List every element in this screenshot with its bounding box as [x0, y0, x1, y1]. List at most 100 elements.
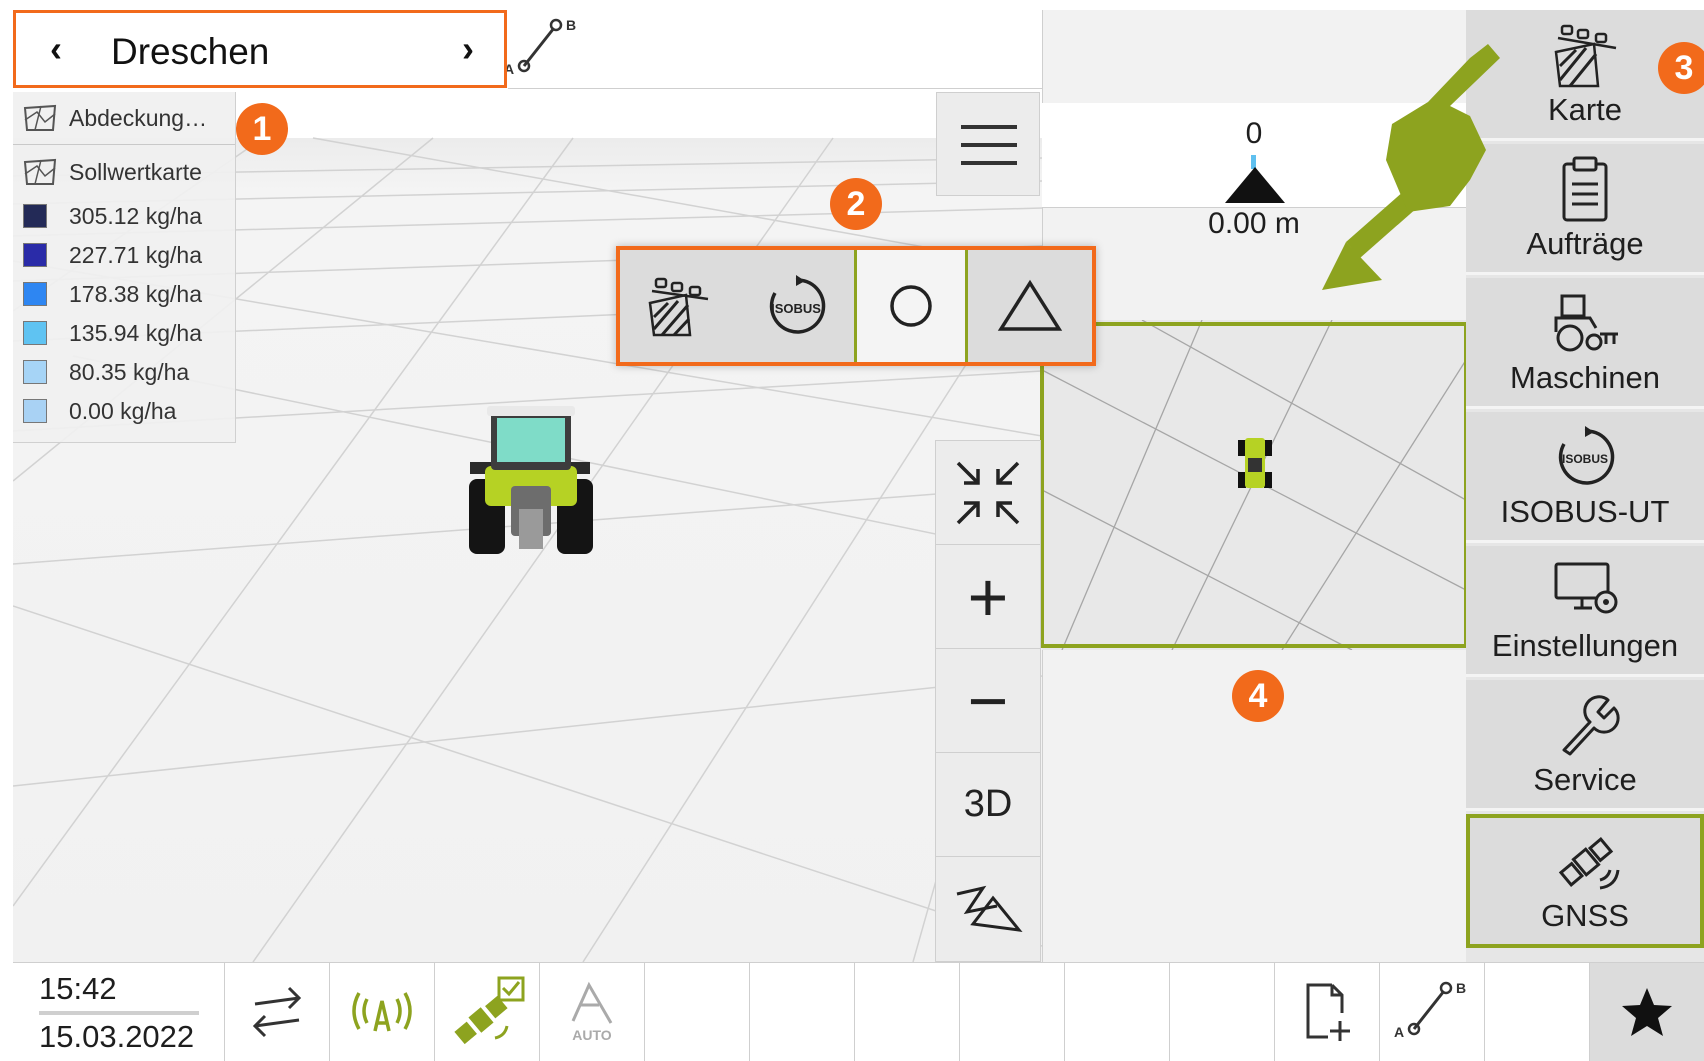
field-map-view-button[interactable]: [620, 250, 738, 362]
empty-slot[interactable]: [1170, 963, 1275, 1061]
legend-value: 80.35 kg/ha: [69, 358, 190, 385]
legend-value: 135.94 kg/ha: [69, 319, 203, 346]
auto-steer-icon: [571, 981, 613, 1024]
ab-line-icon[interactable]: A B: [502, 14, 582, 84]
legend-value: 0.00 kg/ha: [69, 397, 177, 424]
mode-selector: ‹ Dreschen ›: [13, 10, 507, 88]
antenna-status[interactable]: [330, 963, 435, 1061]
favorites-button[interactable]: [1590, 963, 1704, 1061]
antenna-signal-icon: [352, 992, 412, 1032]
auto-steer-button[interactable]: AUTO: [540, 963, 645, 1061]
prev-mode-button[interactable]: ‹: [36, 28, 76, 69]
ab-line-icon: A B: [1394, 980, 1466, 1040]
triangle-view-button[interactable]: [968, 250, 1092, 362]
hamburger-icon: [961, 125, 1017, 165]
legend-coverage-label: Abdeckung…: [69, 104, 208, 131]
isobus-icon: ISOBUS: [1558, 426, 1615, 485]
legend-coverage[interactable]: Abdeckung…: [23, 100, 207, 136]
empty-slot[interactable]: [645, 963, 750, 1061]
legend-entry: 0.00 kg/ha: [23, 393, 176, 429]
legend-swatch: [23, 321, 47, 345]
legend-entry: 178.38 kg/ha: [23, 276, 202, 312]
sidebar-item-label: Einstellungen: [1491, 628, 1679, 663]
next-mode-button[interactable]: ›: [448, 28, 488, 69]
top-strip: A B: [504, 10, 1042, 89]
sidebar-item-isobus-ut[interactable]: ISOBUS ISOBUS-UT: [1466, 412, 1704, 543]
new-file-button[interactable]: [1275, 963, 1380, 1061]
empty-slot[interactable]: [855, 963, 960, 1061]
empty-slot[interactable]: [750, 963, 855, 1061]
perspective-button[interactable]: [936, 857, 1040, 960]
sidebar-item-label: ISOBUS-UT: [1500, 494, 1670, 529]
zoom-out-button[interactable]: −: [936, 649, 1040, 753]
swap-button[interactable]: [225, 963, 330, 1061]
isobus-icon: ISOBUS: [769, 275, 826, 334]
swap-icon: [252, 986, 302, 1038]
empty-slot[interactable]: [1065, 963, 1170, 1061]
field-layer-icon: [23, 158, 57, 185]
field-layer-icon: [23, 104, 57, 131]
legend-value: 227.71 kg/ha: [69, 241, 203, 268]
legend-swatch: [23, 204, 47, 228]
empty-slot[interactable]: [960, 963, 1065, 1061]
gnss-status[interactable]: [435, 963, 540, 1061]
sidebar-item-label: Maschinen: [1510, 360, 1660, 395]
satellite-icon: [1558, 837, 1620, 890]
annotation-badge: 3: [1658, 42, 1704, 94]
clock-divider: [39, 1011, 199, 1015]
clock-date: 15.03.2022: [39, 1019, 195, 1054]
bottom-bar: 15:42 15.03.2022 AUTO A B: [13, 962, 1704, 1061]
satellite-check-icon: [454, 976, 525, 1045]
legend-divider: [13, 144, 235, 145]
annotation-badge: 1: [236, 103, 288, 155]
sidebar-item-einstellungen[interactable]: Einstellungen: [1466, 546, 1704, 677]
new-file-icon: [1306, 983, 1350, 1041]
view-toolbar: ISOBUS: [616, 246, 1096, 366]
empty-slot[interactable]: [1485, 963, 1590, 1061]
legend-setpoint-label: Sollwertkarte: [69, 158, 202, 185]
view-3d-button[interactable]: 3D: [936, 753, 1040, 857]
zoom-in-button[interactable]: +: [936, 545, 1040, 649]
circle-icon: [890, 285, 932, 327]
legend-entry: 80.35 kg/ha: [23, 354, 189, 390]
annotation-badge: 2: [830, 178, 882, 230]
collapse-arrows-icon: [956, 461, 1020, 524]
legend-swatch: [23, 282, 47, 306]
zoom-controls: + − 3D: [935, 440, 1041, 962]
legend-swatch: [23, 399, 47, 423]
perspective-icon: [956, 885, 1023, 932]
fit-view-button[interactable]: [936, 441, 1040, 545]
mini-map-frame: [1040, 322, 1468, 648]
sidebar-item-service[interactable]: Service: [1466, 680, 1704, 811]
pointer-hand-icon: [1322, 44, 1500, 290]
monitor-gear-icon: [1554, 562, 1618, 614]
mode-title: Dreschen: [111, 31, 270, 72]
isobus-text: ISOBUS: [771, 301, 821, 316]
legend-swatch: [23, 360, 47, 384]
auto-label: AUTO: [572, 1027, 612, 1043]
ab-b-label: B: [1456, 980, 1466, 996]
isobus-text: ISOBUS: [1562, 452, 1608, 466]
legend-entry: 305.12 kg/ha: [23, 198, 202, 234]
circle-view-button[interactable]: [854, 250, 968, 362]
menu-button[interactable]: [936, 92, 1040, 196]
legend-entry: 227.71 kg/ha: [23, 237, 202, 273]
legend-entry: 135.94 kg/ha: [23, 315, 202, 351]
legend-swatch: [23, 243, 47, 267]
ab-b-label: B: [566, 17, 576, 33]
heading-triangle-icon: [1225, 167, 1285, 203]
clock-time: 15:42: [39, 971, 117, 1006]
clock-widget: 15:42 15.03.2022: [13, 963, 225, 1061]
legend-value: 305.12 kg/ha: [69, 202, 203, 229]
sidebar-item-label: GNSS: [1541, 898, 1629, 933]
star-icon: [1622, 988, 1672, 1036]
wrench-icon: [1562, 695, 1620, 756]
sidebar-item-label: Service: [1533, 762, 1637, 797]
legend-setpoint[interactable]: Sollwertkarte: [23, 154, 202, 190]
sidebar-item-gnss[interactable]: GNSS: [1466, 814, 1704, 948]
ab-line-button[interactable]: A B: [1380, 963, 1485, 1061]
isobus-view-button[interactable]: ISOBUS: [738, 250, 854, 362]
annotation-badge: 4: [1232, 670, 1284, 722]
legend-value: 178.38 kg/ha: [69, 280, 203, 307]
ab-a-label: A: [1394, 1024, 1404, 1040]
